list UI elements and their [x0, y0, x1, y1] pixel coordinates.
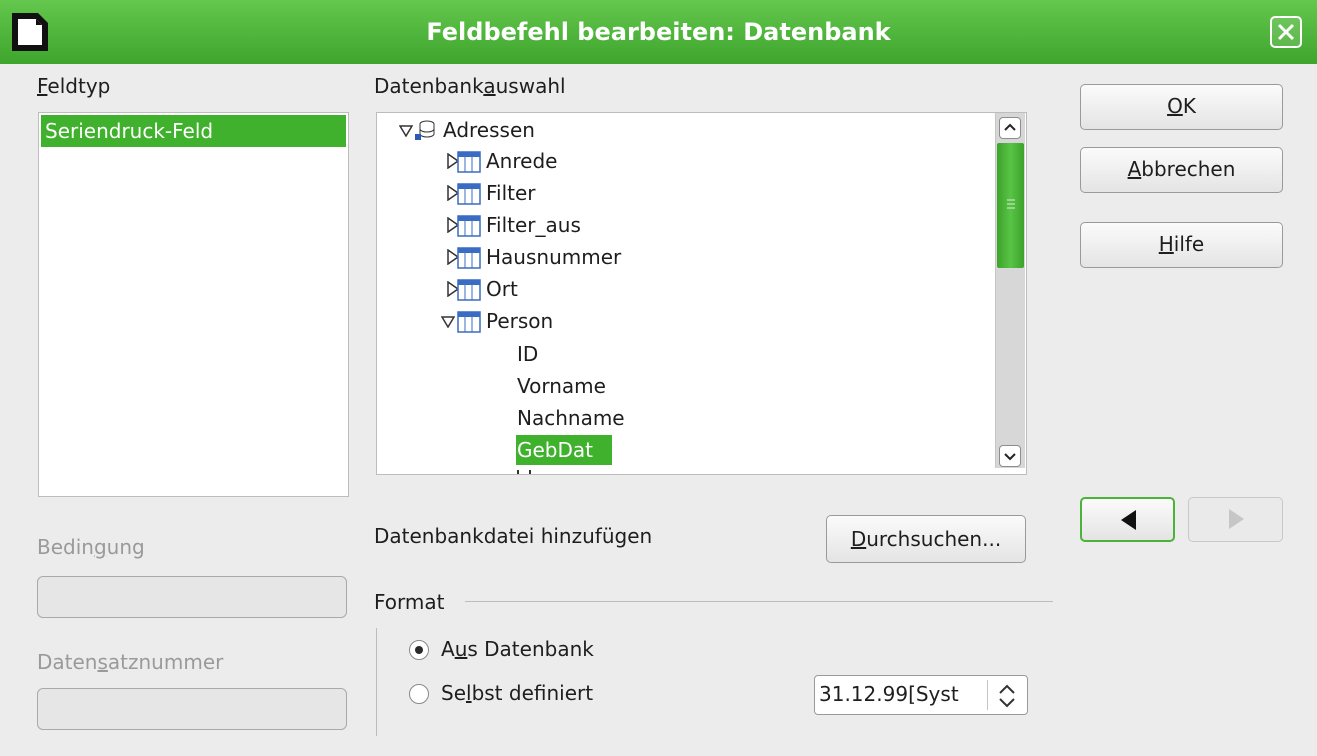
tree-node-root[interactable]: Adressen — [399, 115, 699, 145]
arrow-right-icon — [1229, 509, 1244, 529]
spin-updown-icon[interactable] — [994, 682, 1020, 710]
scrollbar-thumb[interactable] — [997, 143, 1024, 268]
tree-label-table: Hausnummer — [486, 245, 622, 269]
cancel-button[interactable]: Abbrechen — [1080, 147, 1283, 193]
datensatznummer-field[interactable] — [37, 688, 347, 730]
tree-node-table[interactable]: Ort — [447, 274, 747, 304]
tree-label-root: Adressen — [443, 118, 535, 142]
tree-label-table: Filter — [486, 181, 536, 205]
partially-visible-row — [517, 470, 531, 474]
table-icon — [457, 247, 481, 269]
tree-label-table: Filter_aus — [486, 213, 581, 237]
format-legend: Format — [374, 590, 445, 614]
bedingung-label: Bedingung — [37, 535, 145, 559]
feldtyp-item-selected[interactable]: Seriendruck-Feld — [41, 115, 346, 147]
table-icon — [457, 215, 481, 237]
table-icon — [457, 311, 481, 333]
datenbankauswahl-label: Datenbankauswahl — [374, 74, 566, 98]
tree-node-table[interactable]: Anrede — [447, 146, 747, 176]
tree-node-table[interactable]: Hausnummer — [447, 242, 747, 272]
grip-icon — [1007, 199, 1015, 209]
close-button[interactable] — [1270, 16, 1302, 48]
tree-node-field-selected[interactable]: GebDat — [516, 435, 612, 465]
tree-label-table: Person — [486, 309, 554, 333]
browse-button[interactable]: Durchsuchen... — [826, 515, 1026, 563]
table-icon — [457, 279, 481, 301]
tree-node-table[interactable]: Filter_aus — [447, 210, 747, 240]
format-separator — [465, 601, 1053, 602]
radio-selected-dot — [415, 646, 423, 654]
radio-user-defined-label: Selbst definiert — [441, 681, 594, 705]
table-icon — [457, 183, 481, 205]
spin-divider — [987, 680, 988, 710]
previous-button[interactable] — [1080, 497, 1175, 542]
help-button[interactable]: Hilfe — [1080, 222, 1283, 268]
radio-from-database-label: Aus Datenbank — [441, 637, 594, 661]
format-group-line — [376, 628, 377, 736]
feldtyp-label: Feldtyp — [37, 74, 111, 98]
ok-button[interactable]: OK — [1080, 84, 1283, 130]
window-title: Feldbefehl bearbeiten: Datenbank — [426, 18, 891, 46]
scroll-up-button[interactable] — [999, 117, 1021, 139]
format-spinbox-value: 31.12.99[Syst — [819, 682, 959, 706]
expanded-arrow-icon — [399, 125, 413, 137]
tree-node-table[interactable]: Filter — [447, 178, 747, 208]
database-tree[interactable]: Adressen Anrede Filter Filter_aus Hausnu… — [376, 112, 1027, 475]
database-icon — [415, 120, 435, 140]
add-database-label: Datenbankdatei hinzufügen — [374, 524, 653, 548]
datensatznummer-label: Datensatznummer — [37, 650, 224, 674]
close-icon — [1277, 23, 1295, 41]
chevron-down-icon — [1004, 453, 1016, 461]
scroll-down-button[interactable] — [999, 445, 1021, 467]
tree-node-table-expanded[interactable]: Person — [441, 306, 741, 336]
format-spinbox[interactable]: 31.12.99[Syst — [814, 675, 1028, 715]
radio-user-defined[interactable] — [409, 684, 429, 704]
feldtyp-list[interactable]: Seriendruck-Feld — [38, 112, 349, 497]
arrow-left-icon — [1121, 510, 1136, 530]
radio-from-database[interactable] — [409, 640, 429, 660]
table-icon — [457, 151, 481, 173]
chevron-up-icon — [1004, 123, 1016, 131]
tree-label-table: Anrede — [486, 149, 558, 173]
tree-label-table: Ort — [486, 277, 518, 301]
bedingung-field[interactable] — [37, 576, 347, 618]
title-bar[interactable]: Feldbefehl bearbeiten: Datenbank — [0, 0, 1317, 64]
next-button[interactable] — [1188, 497, 1283, 542]
dialog-window: Feldbefehl bearbeiten: Datenbank Feldtyp… — [0, 0, 1317, 756]
expanded-arrow-icon — [441, 316, 455, 328]
